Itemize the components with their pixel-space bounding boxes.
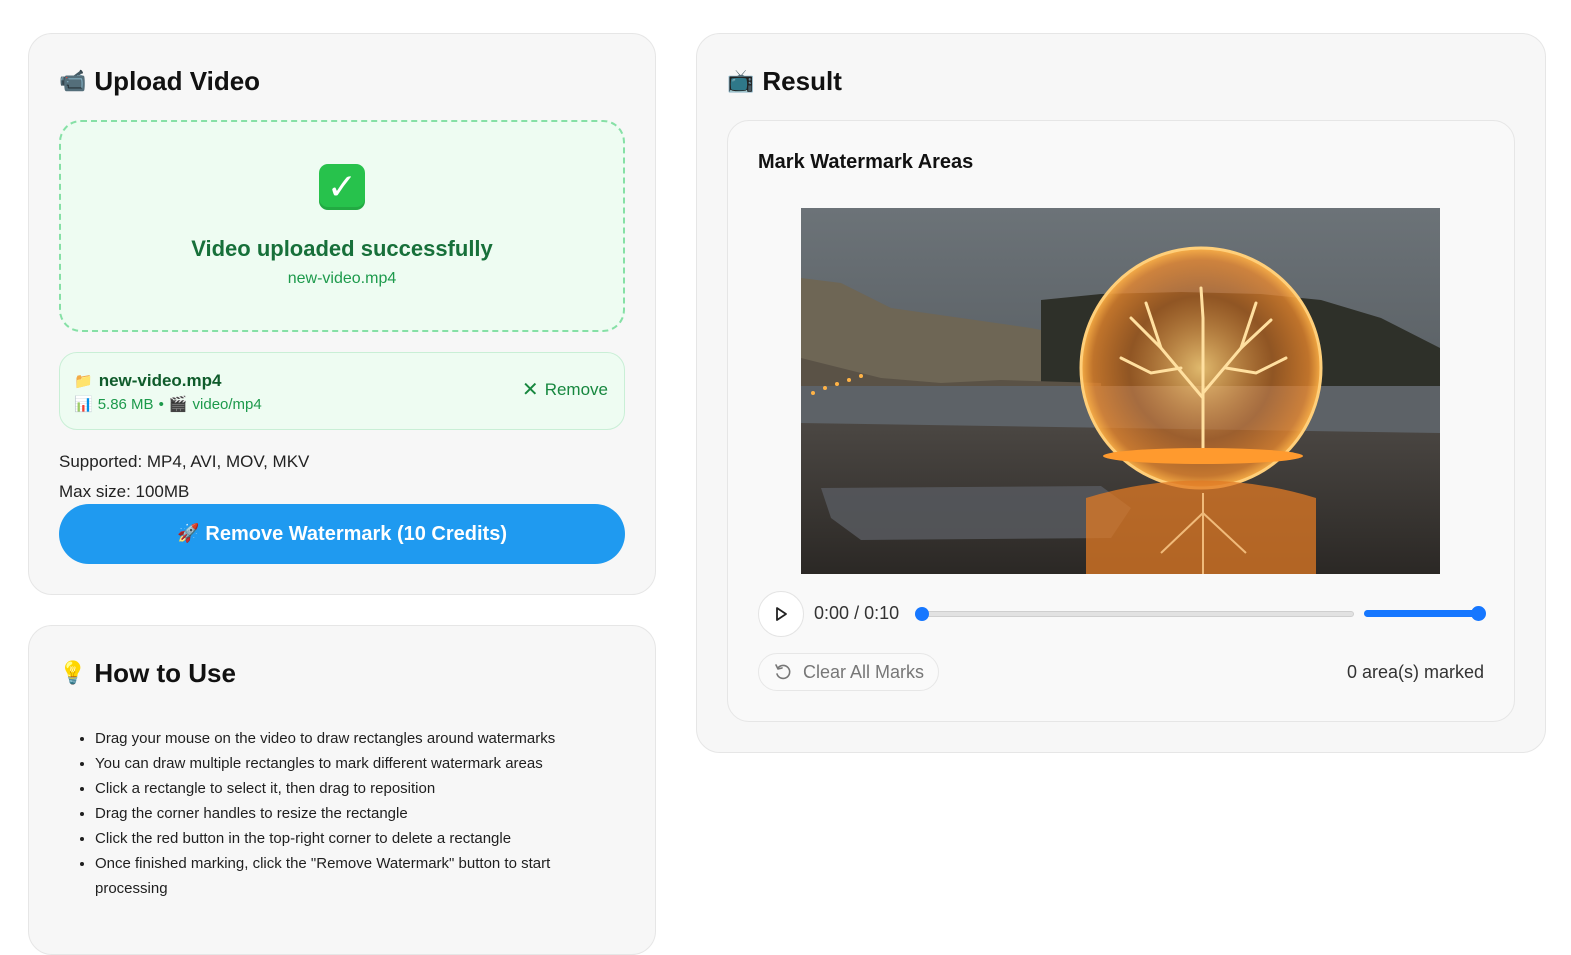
upload-status-text: Video uploaded successfully bbox=[191, 236, 493, 261]
checkmark-icon: ✓ bbox=[319, 164, 365, 210]
lightbulb-icon: 💡 bbox=[59, 660, 87, 686]
marked-count-text: 0 area(s) marked bbox=[1346, 662, 1484, 682]
list-item: Once finished marking, click the "Remove… bbox=[95, 851, 615, 901]
list-item: Click the red button in the top-right co… bbox=[95, 826, 615, 851]
television-icon: 📺 bbox=[727, 68, 755, 94]
list-item: Drag your mouse on the video to draw rec… bbox=[95, 726, 615, 751]
remove-file-button[interactable]: ✕ Remove bbox=[522, 380, 608, 400]
bar-chart-icon: 📊 bbox=[74, 395, 93, 413]
time-readout: 0:00 / 0:10 bbox=[814, 603, 899, 624]
max-size-text: Max size: 100MB bbox=[59, 482, 190, 501]
meta-separator: • bbox=[158, 395, 164, 413]
clapper-board-icon: 🎬 bbox=[168, 395, 188, 413]
how-to-use-title-text: How to Use bbox=[94, 658, 236, 688]
video-frame-image bbox=[801, 208, 1440, 574]
folder-icon: 📁 bbox=[74, 372, 93, 390]
play-button[interactable] bbox=[758, 591, 804, 637]
how-to-use-title: 💡 How to Use bbox=[59, 658, 236, 689]
list-item: Drag the corner handles to resize the re… bbox=[95, 801, 615, 826]
upload-dropzone[interactable]: ✓ Video uploaded successfully new-video.… bbox=[59, 120, 625, 332]
file-meta-row: 📊 5.86 MB • 🎬 video/mp4 bbox=[74, 395, 262, 413]
rocket-icon: 🚀 bbox=[176, 523, 200, 544]
file-type: video/mp4 bbox=[192, 395, 262, 413]
supported-formats-text: Supported: MP4, AVI, MOV, MKV bbox=[59, 452, 310, 471]
editor-title: Mark Watermark Areas bbox=[758, 151, 974, 173]
upload-title: 📹 Upload Video bbox=[59, 66, 260, 97]
seek-thumb[interactable] bbox=[915, 607, 929, 621]
watermark-editor-panel: Mark Watermark Areas 0:00 / 0:10 Clear A… bbox=[727, 120, 1515, 722]
undo-icon bbox=[775, 664, 791, 680]
upload-card: 📹 Upload Video ✓ Video uploaded successf… bbox=[28, 33, 656, 595]
clear-all-marks-button[interactable]: Clear All Marks bbox=[758, 653, 940, 691]
video-canvas[interactable] bbox=[801, 208, 1440, 574]
how-to-use-list: Drag your mouse on the video to draw rec… bbox=[73, 726, 615, 901]
volume-thumb[interactable] bbox=[1471, 606, 1486, 621]
remove-watermark-button[interactable]: 🚀 Remove Watermark (10 Credits) bbox=[59, 504, 625, 564]
video-player-controls: 0:00 / 0:10 bbox=[758, 591, 1486, 637]
seek-slider[interactable] bbox=[915, 607, 1354, 621]
list-item: Click a rectangle to select it, then dra… bbox=[95, 776, 615, 801]
volume-fill bbox=[1364, 610, 1480, 617]
duration: 0:10 bbox=[864, 603, 900, 623]
close-icon: ✕ bbox=[521, 379, 539, 401]
uploaded-filename: new-video.mp4 bbox=[287, 270, 397, 287]
file-size: 5.86 MB bbox=[97, 395, 154, 413]
file-info-box: 📁 new-video.mp4 📊 5.86 MB • 🎬 video/mp4 … bbox=[59, 352, 625, 430]
file-name-row: 📁 new-video.mp4 bbox=[74, 371, 222, 391]
result-card: 📺 Result Mark Watermark Areas 0:00 / 0:1… bbox=[696, 33, 1546, 753]
how-to-use-card: 💡 How to Use Drag your mouse on the vide… bbox=[28, 625, 656, 955]
list-item: You can draw multiple rectangles to mark… bbox=[95, 751, 615, 776]
current-time: 0:00 bbox=[814, 603, 850, 623]
file-name: new-video.mp4 bbox=[98, 371, 222, 390]
remove-file-label: Remove bbox=[544, 380, 608, 399]
time-separator: / bbox=[854, 603, 860, 623]
clear-all-marks-label: Clear All Marks bbox=[803, 661, 925, 682]
upload-title-text: Upload Video bbox=[94, 66, 261, 96]
volume-slider[interactable] bbox=[1364, 606, 1486, 621]
remove-watermark-label: Remove Watermark (10 Credits) bbox=[205, 522, 507, 545]
play-icon bbox=[776, 607, 787, 621]
video-camera-icon: 📹 bbox=[59, 68, 87, 94]
result-title: 📺 Result bbox=[727, 66, 842, 97]
result-title-text: Result bbox=[762, 66, 842, 96]
